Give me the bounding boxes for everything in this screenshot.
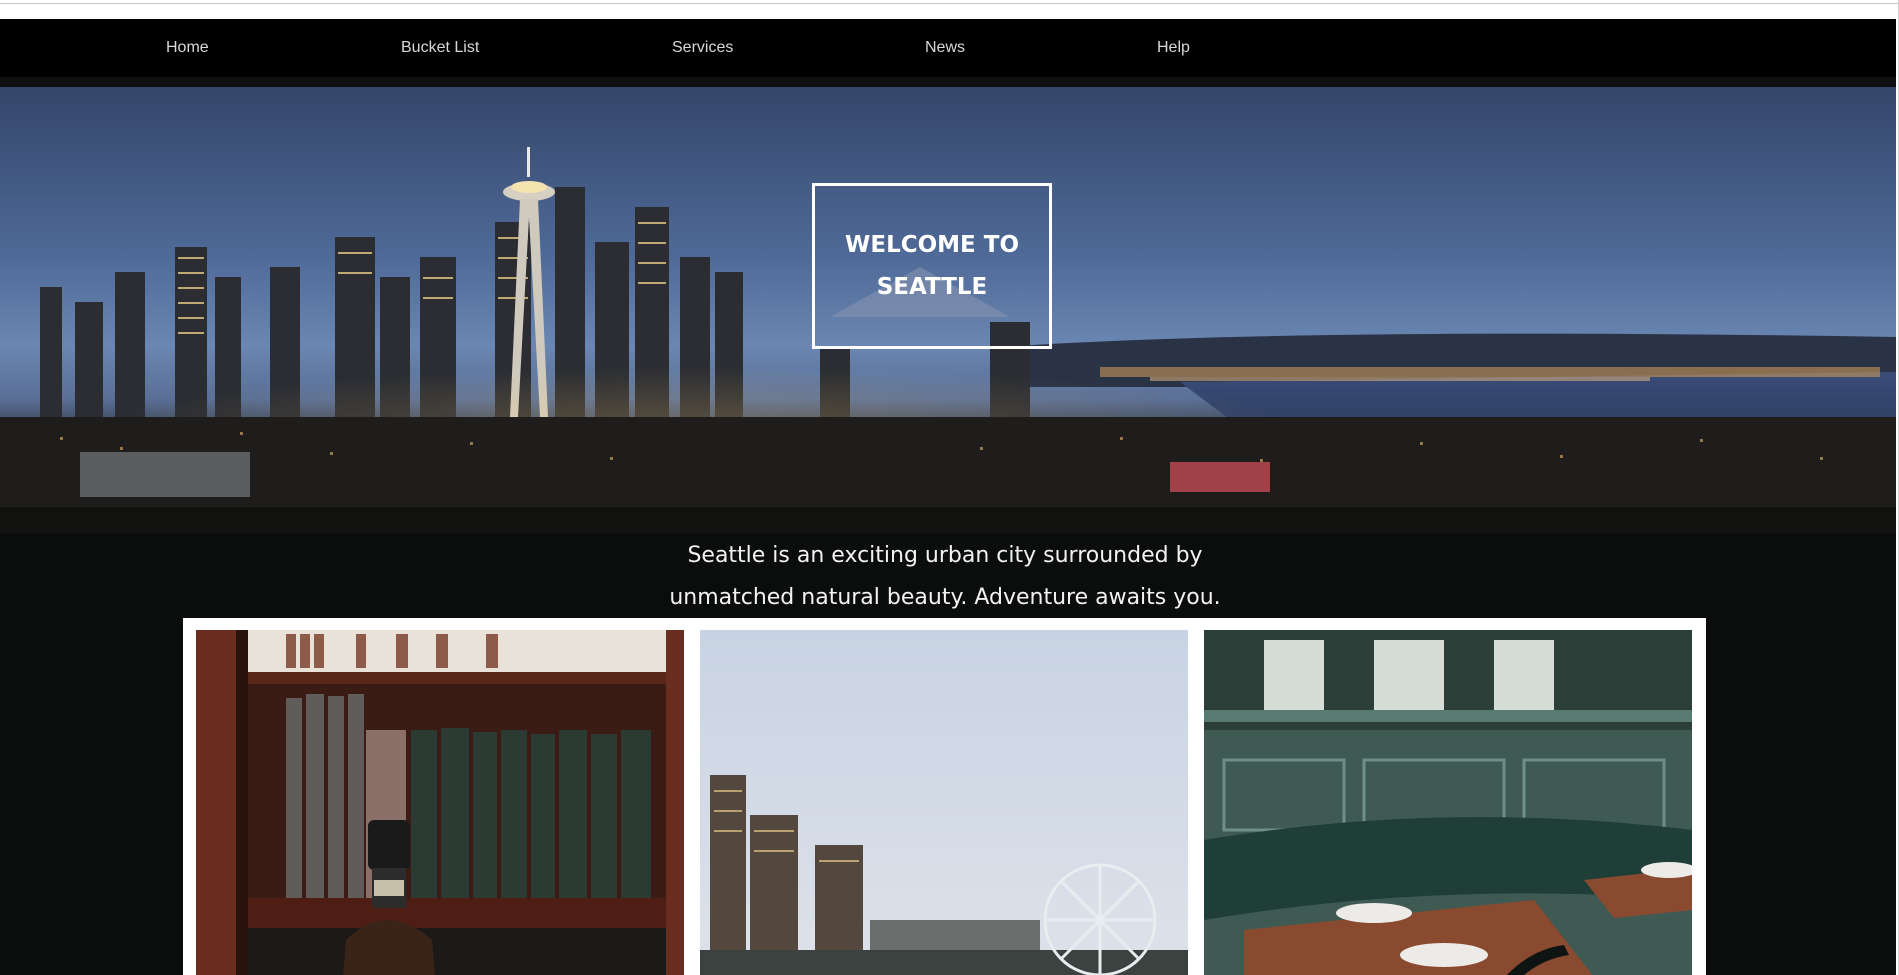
nav-item-services[interactable]: Services xyxy=(672,39,733,57)
gallery-frame xyxy=(183,618,1706,975)
main-navbar: Home Bucket List Services News Help xyxy=(0,19,1896,77)
nav-item-news[interactable]: News xyxy=(925,39,965,57)
bookshelf-bottle-photo-icon xyxy=(196,630,684,975)
gallery-tile-bookshelf[interactable] xyxy=(196,630,684,975)
gallery-tile-waterfront[interactable] xyxy=(700,630,1188,975)
page: Home Bucket List Services News Help WELC… xyxy=(0,0,1899,975)
intro-line-1: Seattle is an exciting urban city surrou… xyxy=(687,543,1203,568)
nav-item-bucket-list[interactable]: Bucket List xyxy=(401,39,479,57)
welcome-line-2: SEATTLE xyxy=(876,274,988,300)
waterfront-ferris-wheel-photo-icon xyxy=(700,630,1188,975)
welcome-box: WELCOME TO SEATTLE xyxy=(812,183,1052,349)
navbar-bottom-border xyxy=(0,77,1896,87)
nav-item-help[interactable]: Help xyxy=(1157,39,1190,57)
hero-banner: WELCOME TO SEATTLE xyxy=(0,87,1896,533)
main-content: Seattle is an exciting urban city surrou… xyxy=(0,533,1896,975)
browser-top-strip xyxy=(0,0,1899,19)
divider xyxy=(0,3,1899,4)
restaurant-booth-photo-icon xyxy=(1204,630,1692,975)
intro-line-2: unmatched natural beauty. Adventure awai… xyxy=(669,585,1221,610)
gallery-tile-restaurant[interactable] xyxy=(1204,630,1692,975)
intro-text: Seattle is an exciting urban city surrou… xyxy=(0,533,1890,619)
ferris-wheel-icon xyxy=(1043,863,1157,975)
nav-item-home[interactable]: Home xyxy=(166,39,209,57)
welcome-line-1: WELCOME TO xyxy=(844,232,1020,258)
